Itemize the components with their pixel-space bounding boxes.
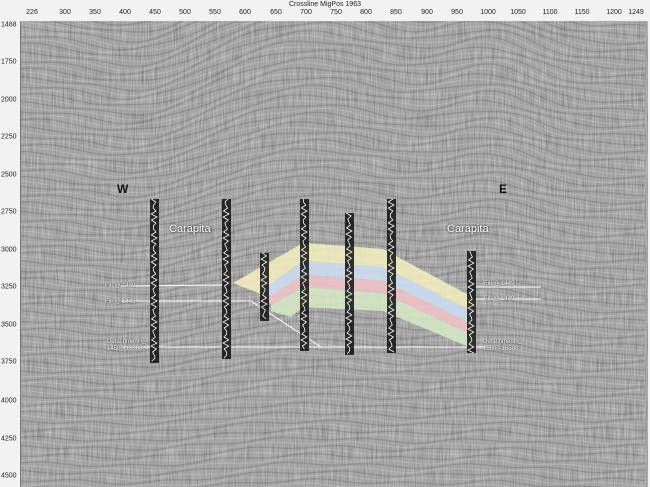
- well-log-track: [222, 199, 231, 359]
- east-label: E: [499, 182, 508, 196]
- x-tick: 1249: [628, 9, 644, 16]
- x-tick: 1200: [606, 9, 622, 16]
- y-tick: 2500: [1, 171, 17, 179]
- crossline-axis: 226 300 350 400 450 500 550 600 650 700 …: [20, 9, 650, 21]
- x-tick: 350: [89, 9, 101, 16]
- y-tick: 4500: [1, 472, 17, 480]
- y-tick: 3500: [1, 321, 17, 329]
- x-tick: 450: [149, 9, 161, 16]
- x-tick: 800: [360, 9, 372, 16]
- fill-label: Fill @ 1449: [484, 296, 515, 302]
- y-tick: 4250: [1, 435, 17, 443]
- x-tick: 750: [330, 9, 342, 16]
- well-log: [387, 198, 396, 353]
- west-label: W: [117, 182, 129, 196]
- x-tick: 600: [239, 9, 251, 16]
- seismic-image: [21, 21, 648, 487]
- x-tick: 1000: [480, 9, 496, 16]
- seismic-viewer: Crossline MigPos 1963 226 300 350 400 45…: [0, 0, 650, 487]
- detachment-depth: 15900-16500': [483, 346, 520, 352]
- x-tick: 226: [26, 9, 38, 16]
- x-tick: 900: [421, 9, 433, 16]
- detachment-title: Detachment @: [107, 339, 148, 345]
- y-tick: 1750: [1, 58, 17, 66]
- x-tick: 300: [59, 9, 71, 16]
- x-tick: 1150: [574, 9, 590, 16]
- detachment-depth: 14500-18000': [107, 346, 144, 352]
- seismic-section: W E Carapita Carapita Fill @ 1449 Fill @…: [20, 21, 648, 487]
- well-log: [300, 198, 309, 351]
- detachment-label-left: Detachment @ 14500-18000': [107, 339, 147, 353]
- x-tick: 1100: [542, 9, 558, 16]
- well-log: [150, 198, 159, 363]
- y-tick: 1488: [1, 21, 17, 29]
- x-tick: 700: [300, 9, 312, 16]
- detachment-title: Detachment @: [483, 339, 524, 345]
- x-tick: 500: [179, 9, 191, 16]
- carapita-label-right: Carapita: [447, 223, 489, 235]
- x-tick: 650: [270, 9, 282, 16]
- fill-label: Fill @ 1449: [484, 281, 515, 287]
- fill-label: Fill @ 1449: [105, 299, 136, 305]
- y-tick: 4000: [1, 397, 17, 405]
- y-tick: 3250: [1, 283, 17, 291]
- y-tick: 2750: [1, 208, 17, 216]
- x-tick: 850: [390, 9, 402, 16]
- y-tick: 3000: [1, 246, 17, 254]
- time-depth-axis: 1488 1750 2000 2250 2500 2750 3000 3250 …: [0, 21, 20, 487]
- y-tick: 3750: [1, 358, 17, 366]
- well-log: [345, 212, 354, 355]
- x-tick: 1050: [510, 9, 526, 16]
- x-tick: 550: [209, 9, 221, 16]
- detachment-label-right: Detachment @ 15900-16500': [483, 339, 523, 353]
- x-tick: 400: [119, 9, 131, 16]
- x-tick: 950: [451, 9, 463, 16]
- fill-label: Fill @ 1449: [105, 283, 136, 289]
- well-log: [467, 250, 476, 354]
- section-title: Crossline MigPos 1963: [289, 1, 361, 8]
- carapita-label-left: Carapita: [169, 223, 211, 235]
- well-log: [260, 252, 269, 321]
- well-log: [222, 198, 231, 359]
- y-tick: 2250: [1, 133, 17, 141]
- y-tick: 2000: [1, 96, 17, 104]
